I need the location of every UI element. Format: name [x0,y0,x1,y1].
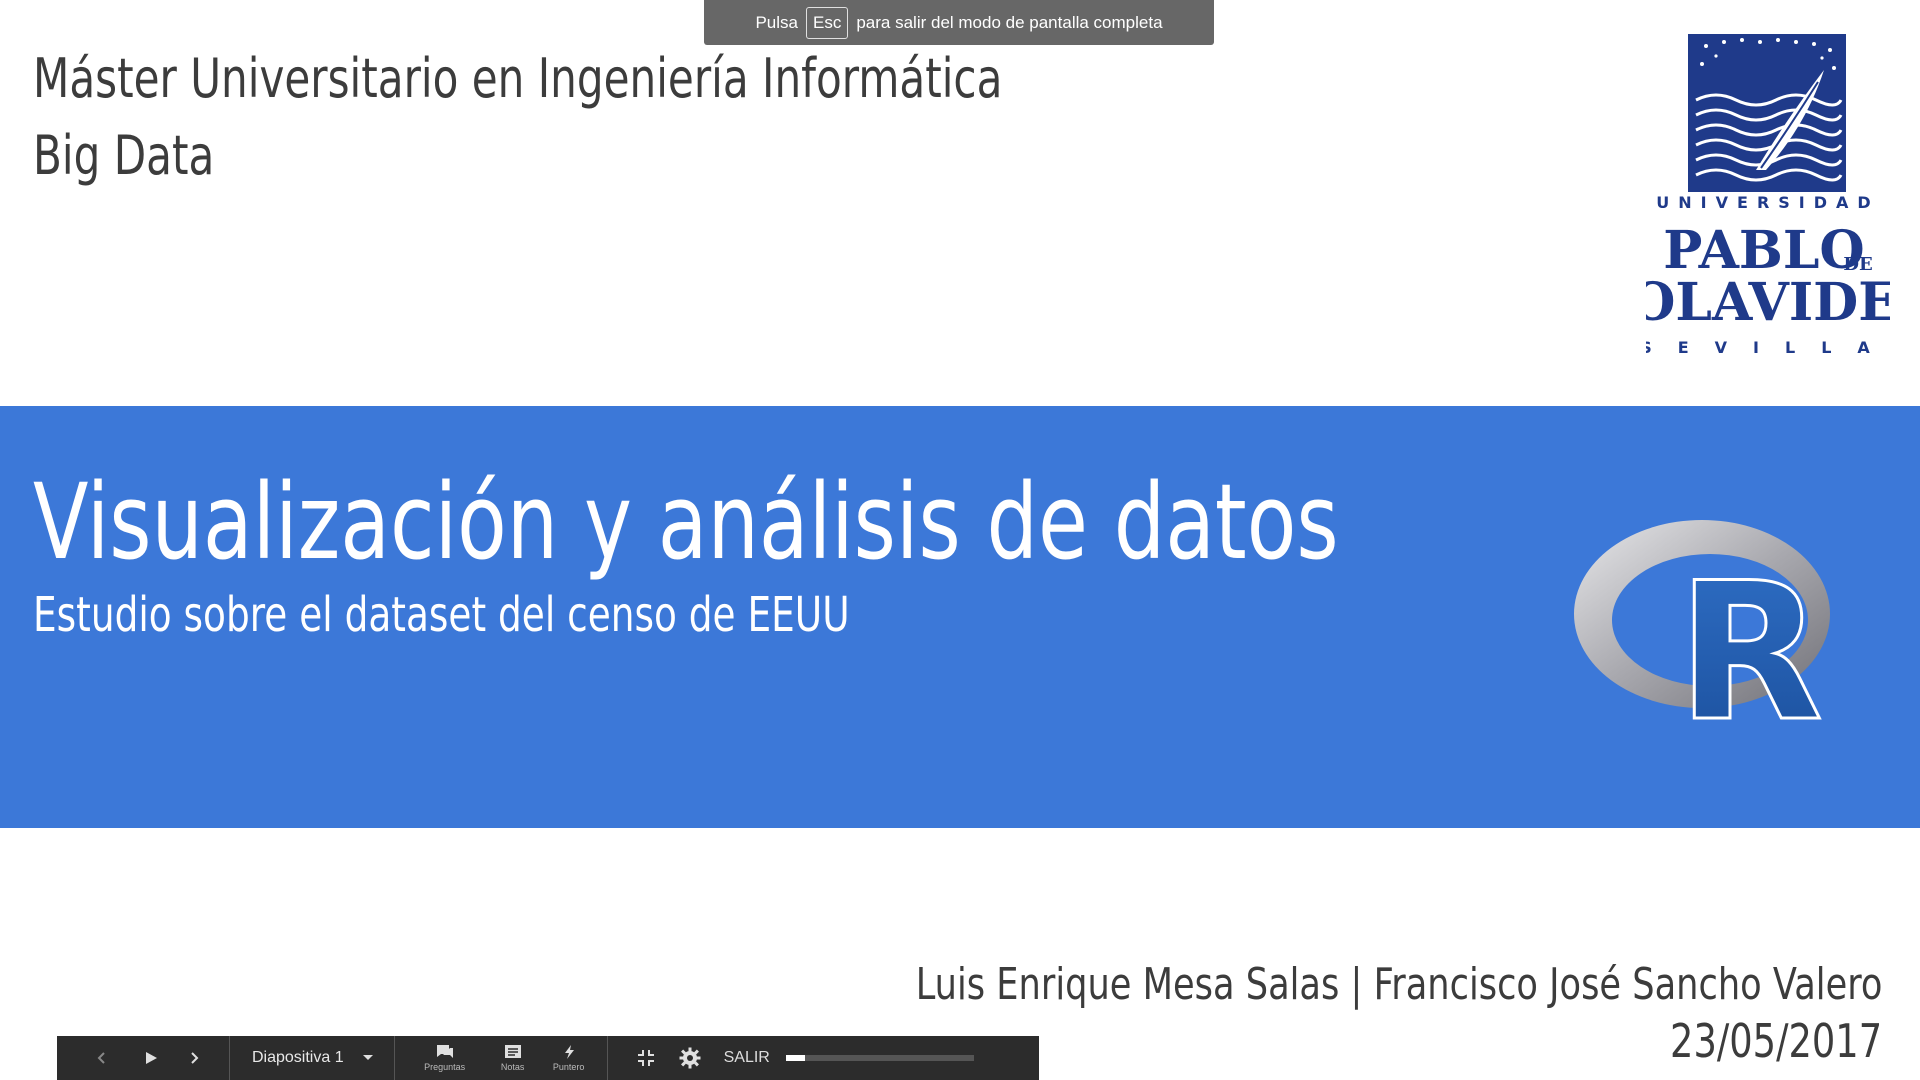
presentation-date: 23/05/2017 [1669,1014,1882,1068]
slide-title: Visualización y análisis de datos [33,461,1339,583]
fullscreen-notice-prefix: Pulsa [755,12,798,32]
exit-label: SALIR [723,1049,770,1066]
logo-text-top: UNIVERSIDAD [1656,193,1879,212]
play-button[interactable] [131,1050,171,1066]
slide-subtitle: Estudio sobre el dataset del censo de EE… [33,587,850,643]
questions-label: Preguntas [424,1062,466,1072]
program-title: Máster Universitario en Ingeniería Infor… [33,47,1003,110]
presenter-toolbar: Diapositiva 1 Preguntas Notas Puntero SA… [57,1036,1039,1080]
toolbar-divider [229,1036,230,1080]
slide-progress-bar [785,1055,974,1061]
play-icon [146,1052,157,1064]
slide-progress-fill [785,1055,805,1061]
toolbar-divider [393,1036,395,1080]
university-logo: UNIVERSIDAD PABLO DE OLAVIDE SEVILLA [1646,34,1890,357]
authors: Luis Enrique Mesa Salas | Francisco José… [915,959,1882,1010]
fullscreen-notice: Pulsa Esc para salir del modo de pantall… [704,0,1214,45]
previous-slide-button[interactable] [85,1050,119,1066]
settings-button[interactable] [668,1047,712,1069]
esc-key-hint: Esc [806,6,849,39]
logo-text-name-2: OLAVIDE [1646,272,1890,333]
gear-icon [679,1047,701,1069]
slide-selector[interactable]: Diapositiva 1 [236,1036,388,1080]
toolbar-divider [606,1036,608,1080]
notes-label: Notas [500,1062,525,1072]
r-logo-letter: R [1677,542,1823,740]
chevron-right-icon [191,1052,199,1064]
program-subtitle: Big Data [33,124,215,187]
pointer-label: Puntero [552,1062,585,1072]
dropdown-arrow-icon [362,1055,373,1060]
exit-fullscreen-button[interactable] [624,1049,668,1067]
exit-button[interactable]: SALIR [724,1049,770,1067]
fullscreen-notice-suffix: para salir del modo de pantalla completa [856,12,1163,32]
chevron-left-icon [97,1052,105,1064]
r-logo: R [1574,520,1830,740]
chat-icon [436,1045,453,1058]
pointer-button[interactable]: Puntero [541,1036,597,1080]
slide-selector-label: Diapositiva 1 [252,1049,344,1066]
slide: Máster Universitario en Ingeniería Infor… [0,0,1920,1080]
program-heading: Máster Universitario en Ingeniería Infor… [33,40,1002,194]
pointer-icon [564,1045,574,1059]
notes-button[interactable]: Notas [485,1036,541,1080]
notes-icon [504,1045,521,1058]
questions-button[interactable]: Preguntas [405,1036,485,1080]
logo-text-city: SEVILLA [1646,338,1890,357]
next-slide-button[interactable] [177,1050,211,1066]
exit-fullscreen-icon [637,1050,654,1066]
